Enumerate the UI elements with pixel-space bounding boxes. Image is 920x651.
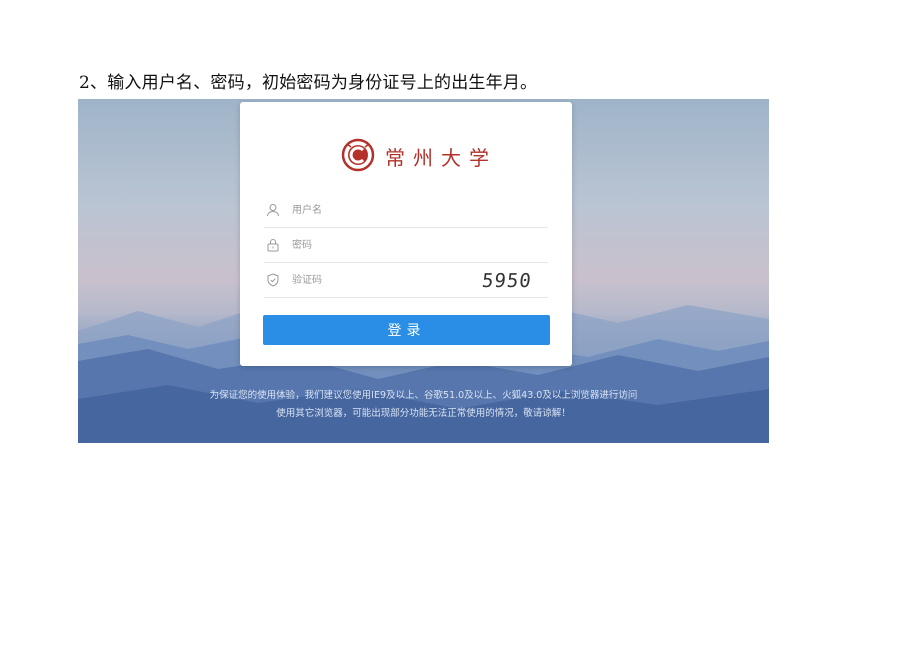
- username-input[interactable]: [292, 200, 492, 220]
- lock-icon: [267, 239, 279, 252]
- captcha-input[interactable]: [292, 270, 492, 290]
- captcha-image[interactable]: 5950: [478, 269, 550, 293]
- password-input[interactable]: [292, 235, 492, 255]
- captcha-code: 5950: [480, 270, 533, 292]
- university-logo: 常州大学: [339, 138, 489, 172]
- captcha-field: 5950: [264, 265, 548, 298]
- browser-notice-line2: 使用其它浏览器，可能出现部分功能无法正常使用的情况，敬请谅解！: [276, 408, 571, 419]
- login-button[interactable]: 登录: [263, 315, 550, 345]
- shield-icon: [267, 273, 279, 287]
- browser-notice-line1: 为保证您的使用体验，我们建议您使用IE9及以上、谷歌51.0及以上、火狐43.0…: [209, 390, 638, 401]
- login-card: 常州大学 5950: [240, 102, 572, 366]
- instruction-text: 2、输入用户名、密码，初始密码为身份证号上的出生年月。: [79, 73, 538, 93]
- password-field: [264, 230, 548, 263]
- logo-text: 常州大学: [385, 146, 497, 170]
- username-field: [264, 195, 548, 228]
- university-logo-icon: [341, 138, 375, 172]
- user-icon: [267, 204, 279, 217]
- login-page-screenshot: 常州大学 5950: [78, 99, 769, 443]
